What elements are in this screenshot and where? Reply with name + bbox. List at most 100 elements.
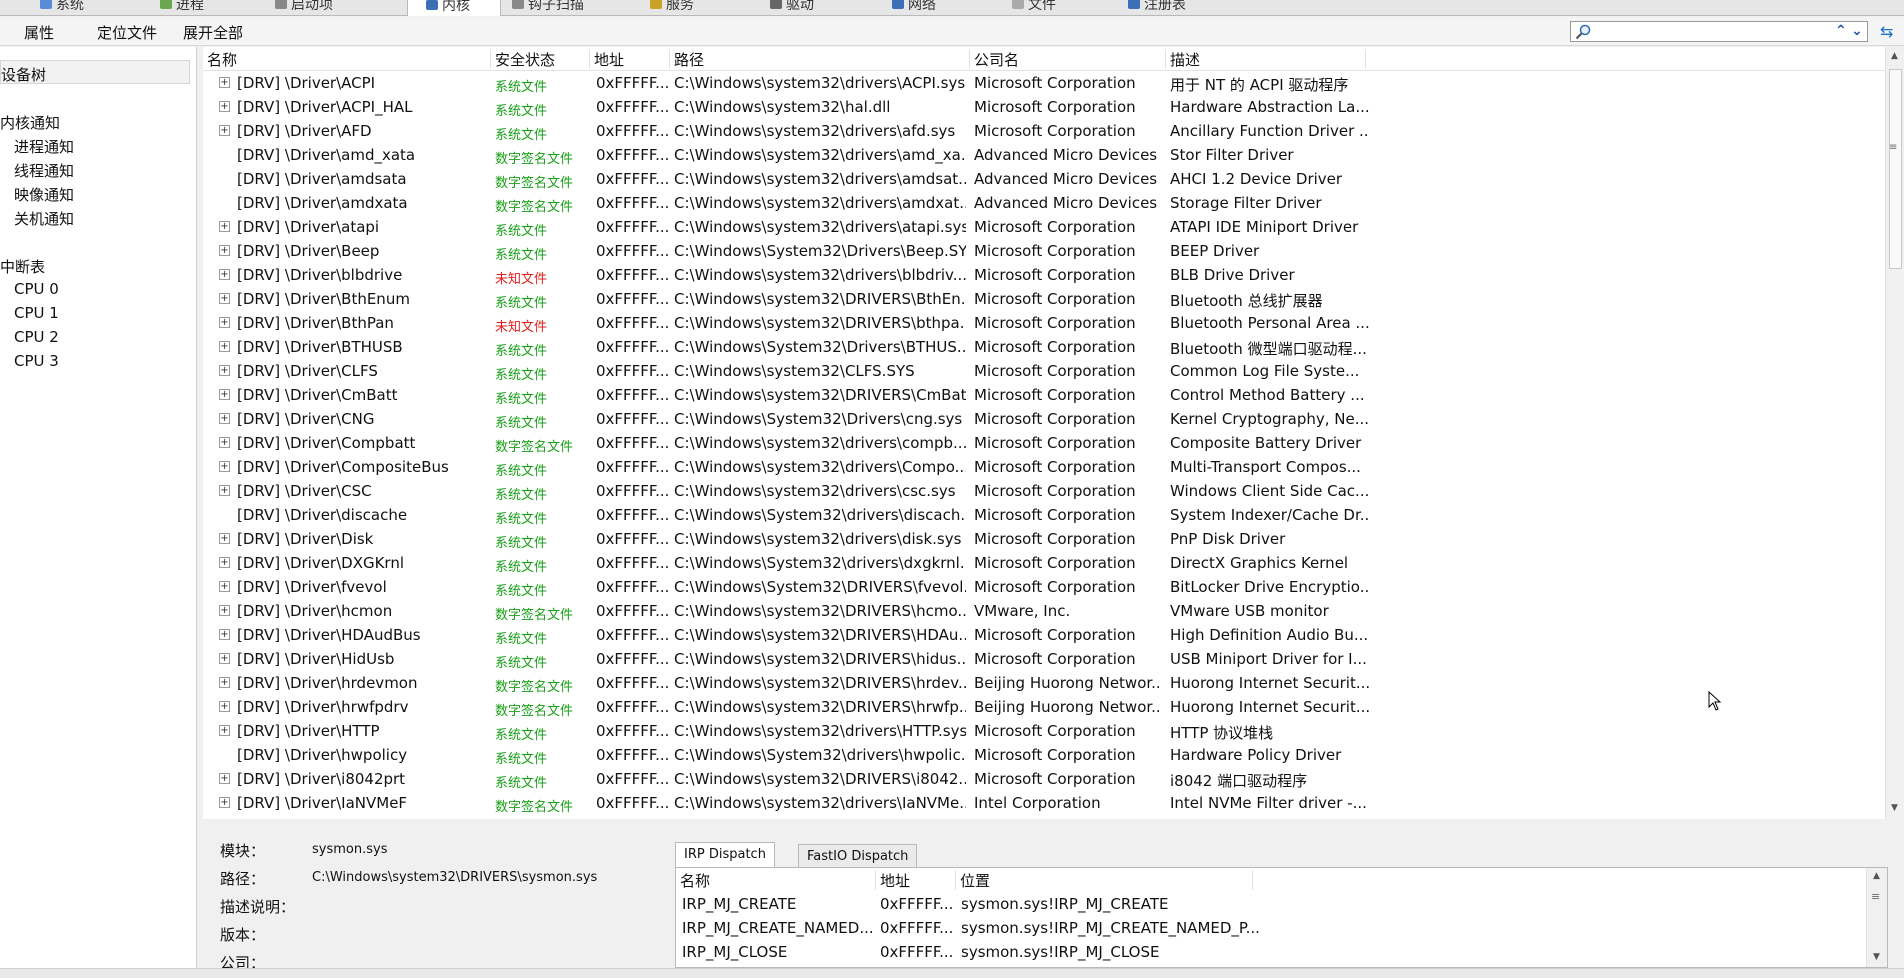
properties-button[interactable]: 属性 bbox=[24, 22, 54, 43]
table-row[interactable]: + [DRV] \Driver\HDAudBus 系统文件 0xFFFFF... C:\… bbox=[203, 623, 1885, 647]
column-header-path[interactable]: 路径 bbox=[670, 49, 970, 69]
expand-icon[interactable]: + bbox=[219, 293, 230, 304]
tab-driver[interactable]: 驱动 bbox=[770, 0, 814, 15]
tab-system[interactable]: 系统 bbox=[40, 0, 84, 15]
expand-icon[interactable]: + bbox=[219, 725, 230, 736]
expand-all-button[interactable]: 展开全部 bbox=[183, 22, 243, 43]
expand-icon[interactable]: + bbox=[219, 653, 230, 664]
table-row[interactable]: + [DRV] \Driver\CSC 系统文件 0xFFFFF... C:\Windo… bbox=[203, 479, 1885, 503]
search-prev-icon[interactable]: ⌃ bbox=[1835, 23, 1847, 39]
list-scrollbar[interactable]: ▲ ≡ ▼ bbox=[1885, 47, 1904, 819]
tab-registry[interactable]: 注册表 bbox=[1128, 0, 1186, 15]
table-row[interactable]: IRP_MJ_CREATE 0xFFFFF... sysmon.sys!IRP_… bbox=[676, 892, 1866, 916]
table-row[interactable]: + [DRV] \Driver\HTTP 系统文件 0xFFFFF... C:\Wind… bbox=[203, 719, 1885, 743]
table-row[interactable]: + [DRV] \Driver\IaNVMeF 数字签名文件 0xFFFFF... C:… bbox=[203, 791, 1885, 815]
refresh-icon[interactable]: ⇆ bbox=[1880, 22, 1900, 42]
table-row[interactable]: + [DRV] \Driver\AFD 系统文件 0xFFFFF... C:\Windo… bbox=[203, 119, 1885, 143]
expand-icon[interactable]: + bbox=[219, 533, 230, 544]
table-row[interactable]: + [DRV] \Driver\BthEnum 系统文件 0xFFFFF... C:\W… bbox=[203, 287, 1885, 311]
tab-hook-scan[interactable]: 钩子扫描 bbox=[512, 0, 584, 15]
expand-icon[interactable]: + bbox=[219, 461, 230, 472]
expand-icon[interactable]: + bbox=[219, 245, 230, 256]
tab-kernel[interactable]: 内核 bbox=[407, 0, 501, 16]
scroll-down-icon[interactable]: ▼ bbox=[1891, 803, 1898, 813]
expand-icon[interactable]: + bbox=[219, 437, 230, 448]
expand-icon[interactable]: + bbox=[219, 677, 230, 688]
expand-icon[interactable]: + bbox=[219, 317, 230, 328]
expand-icon[interactable]: + bbox=[219, 485, 230, 496]
table-row[interactable]: + [DRV] \Driver\DXGKrnl 系统文件 0xFFFFF... C:\W… bbox=[203, 551, 1885, 575]
column-header-name[interactable]: 名称 bbox=[203, 49, 491, 69]
locate-file-button[interactable]: 定位文件 bbox=[97, 22, 157, 43]
table-row[interactable]: + [DRV] \Driver\hrwfpdrv 数字签名文件 0xFFFFF... C… bbox=[203, 695, 1885, 719]
table-row[interactable]: [DRV] \Driver\amdsata 数字签名文件 0xFFFFF... C:\… bbox=[203, 167, 1885, 191]
table-row[interactable]: + [DRV] \Driver\ACPI_HAL 系统文件 0xFFFFF... C:\… bbox=[203, 95, 1885, 119]
table-row[interactable]: + [DRV] \Driver\blbdrive 未知文件 0xFFFFF... C:\… bbox=[203, 263, 1885, 287]
tree-item-cpu[interactable]: CPU 0 bbox=[14, 280, 59, 298]
expand-icon[interactable]: + bbox=[219, 581, 230, 592]
expand-icon[interactable]: + bbox=[219, 77, 230, 88]
tree-item-image-notify[interactable]: 映像通知 bbox=[14, 184, 74, 205]
tab-irp-dispatch[interactable]: IRP Dispatch bbox=[675, 842, 775, 868]
table-row[interactable]: + [DRV] \Driver\Beep 系统文件 0xFFFFF... C:\Wind… bbox=[203, 239, 1885, 263]
tree-item-interrupt-table[interactable]: 中断表 bbox=[0, 256, 45, 277]
tree-item-shutdown-notify[interactable]: 关机通知 bbox=[14, 208, 74, 229]
dispatch-header-name[interactable]: 名称 bbox=[676, 870, 876, 890]
expand-icon[interactable]: + bbox=[219, 557, 230, 568]
tree-item-kernel-notify[interactable]: 内核通知 bbox=[0, 112, 60, 133]
table-row[interactable]: + [DRV] \Driver\hcmon 数字签名文件 0xFFFFF... C:\W… bbox=[203, 599, 1885, 623]
table-row[interactable]: + [DRV] \Driver\Compbatt 数字签名文件 0xFFFFF... C… bbox=[203, 431, 1885, 455]
expand-icon[interactable]: + bbox=[219, 341, 230, 352]
dispatch-header-address[interactable]: 地址 bbox=[876, 870, 956, 890]
table-row[interactable]: + [DRV] \Driver\BTHUSB 系统文件 0xFFFFF... C:\Wi… bbox=[203, 335, 1885, 359]
column-header-description[interactable]: 描述 bbox=[1166, 49, 1366, 69]
table-row[interactable]: + [DRV] \Driver\atapi 系统文件 0xFFFFF... C:\Win… bbox=[203, 215, 1885, 239]
tree-item-cpu[interactable]: CPU 2 bbox=[14, 328, 59, 346]
table-row[interactable]: IRP_MJ_CLOSE 0xFFFFF... sysmon.sys!IRP_M… bbox=[676, 940, 1866, 966]
table-row[interactable]: + [DRV] \Driver\Disk 系统文件 0xFFFFF... C:\Wind… bbox=[203, 527, 1885, 551]
expand-icon[interactable]: + bbox=[219, 101, 230, 112]
expand-icon[interactable]: + bbox=[219, 629, 230, 640]
column-header-address[interactable]: 地址 bbox=[590, 49, 670, 69]
table-row[interactable]: + [DRV] \Driver\CompositeBus 系统文件 0xFFFFF..… bbox=[203, 455, 1885, 479]
dispatch-header-location[interactable]: 位置 bbox=[956, 870, 1253, 890]
table-row[interactable]: + [DRV] \Driver\CNG 系统文件 0xFFFFF... C:\Windo… bbox=[203, 407, 1885, 431]
scroll-up-icon[interactable]: ▲ bbox=[1891, 51, 1898, 61]
table-row[interactable]: + [DRV] \Driver\hrdevmon 数字签名文件 0xFFFFF... C… bbox=[203, 671, 1885, 695]
column-header-security[interactable]: 安全状态 bbox=[491, 49, 590, 69]
expand-icon[interactable]: + bbox=[219, 221, 230, 232]
expand-icon[interactable]: + bbox=[219, 701, 230, 712]
table-row[interactable]: [DRV] \Driver\discache 系统文件 0xFFFFF... C:\W… bbox=[203, 503, 1885, 527]
expand-icon[interactable]: + bbox=[219, 269, 230, 280]
expand-icon[interactable]: + bbox=[219, 773, 230, 784]
table-row[interactable]: [DRV] \Driver\amdxata 数字签名文件 0xFFFFF... C:\… bbox=[203, 191, 1885, 215]
scroll-up-icon[interactable]: ▲ bbox=[1873, 871, 1880, 881]
table-row[interactable]: + [DRV] \Driver\CLFS 系统文件 0xFFFFF... C:\Wind… bbox=[203, 359, 1885, 383]
tree-item-cpu[interactable]: CPU 3 bbox=[14, 352, 59, 370]
expand-icon[interactable]: + bbox=[219, 125, 230, 136]
tab-service[interactable]: 服务 bbox=[650, 0, 694, 15]
table-row[interactable]: + [DRV] \Driver\fvevol 系统文件 0xFFFFF... C:\Wi… bbox=[203, 575, 1885, 599]
tab-startup[interactable]: 启动项 bbox=[275, 0, 333, 15]
tab-file[interactable]: 文件 bbox=[1012, 0, 1056, 15]
search-next-icon[interactable]: ⌄ bbox=[1851, 23, 1863, 39]
table-row[interactable]: + [DRV] \Driver\ACPI 系统文件 0xFFFFF... C:\Wind… bbox=[203, 71, 1885, 95]
expand-icon[interactable]: + bbox=[219, 797, 230, 808]
table-row[interactable]: + [DRV] \Driver\i8042prt 系统文件 0xFFFFF... C:\… bbox=[203, 767, 1885, 791]
table-row[interactable]: + [DRV] \Driver\CmBatt 系统文件 0xFFFFF... C:\Wi… bbox=[203, 383, 1885, 407]
table-row[interactable]: + [DRV] \Driver\BthPan 未知文件 0xFFFFF... C:\Wi… bbox=[203, 311, 1885, 335]
scroll-down-icon[interactable]: ▼ bbox=[1873, 952, 1880, 962]
expand-icon[interactable]: + bbox=[219, 389, 230, 400]
table-row[interactable]: IRP_MJ_CREATE_NAMED... 0xFFFFF... sysmon… bbox=[676, 916, 1866, 940]
tree-item-device-tree[interactable]: 设备树 bbox=[0, 60, 190, 84]
tab-fastio-dispatch[interactable]: FastIO Dispatch bbox=[798, 844, 918, 868]
dispatch-scrollbar[interactable]: ▲ ≡ ▼ bbox=[1866, 868, 1887, 967]
expand-icon[interactable]: + bbox=[219, 413, 230, 424]
table-row[interactable]: + [DRV] \Driver\HidUsb 系统文件 0xFFFFF... C:\Wi… bbox=[203, 647, 1885, 671]
table-row[interactable]: [DRV] \Driver\amd_xata 数字签名文件 0xFFFFF... C:… bbox=[203, 143, 1885, 167]
scrollbar-thumb[interactable] bbox=[1889, 69, 1902, 269]
expand-icon[interactable]: + bbox=[219, 605, 230, 616]
table-row[interactable]: [DRV] \Driver\hwpolicy 系统文件 0xFFFFF... C:\W… bbox=[203, 743, 1885, 767]
tree-item-cpu[interactable]: CPU 1 bbox=[14, 304, 59, 322]
expand-icon[interactable]: + bbox=[219, 365, 230, 376]
